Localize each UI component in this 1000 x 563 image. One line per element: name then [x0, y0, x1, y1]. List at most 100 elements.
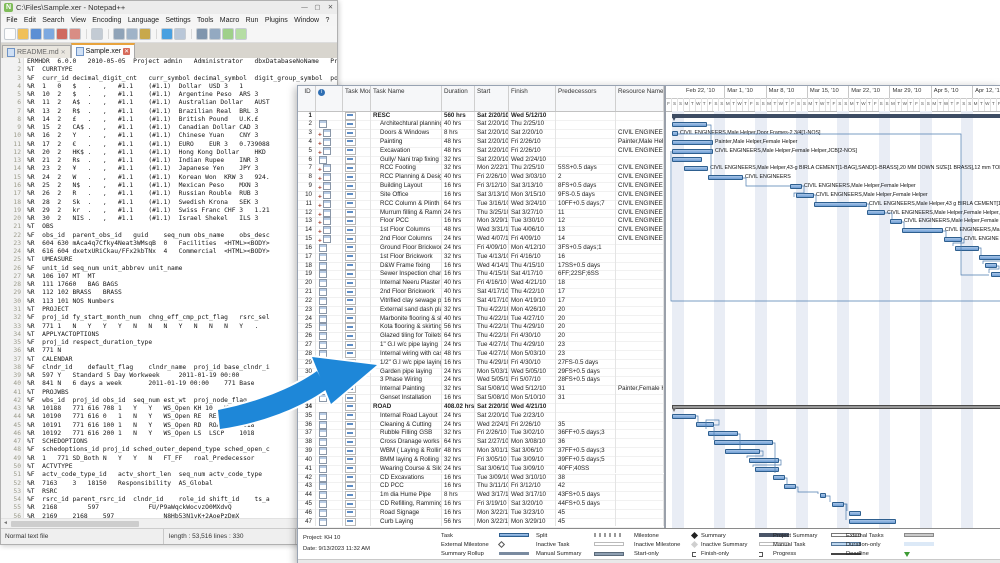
cell[interactable]: Sat 2/20/10 — [475, 120, 509, 130]
task-name-cell[interactable]: Doors & Windows — [371, 129, 442, 138]
cell[interactable]: 35 — [298, 411, 316, 421]
menu-settings[interactable]: Settings — [162, 17, 194, 24]
cell[interactable]: 17 — [556, 296, 616, 306]
tab-readme-md[interactable]: README.md ✕ — [2, 45, 71, 58]
task-mode-cell[interactable] — [343, 314, 371, 324]
cell[interactable]: 8FS+0.5 days — [556, 182, 616, 191]
code-area[interactable]: ERMHDR 6.0.0 2010-05-05 Project admin Ad… — [24, 58, 337, 518]
cell[interactable]: Wed 4/14/10 — [475, 261, 509, 271]
code-line[interactable]: %T ACTVTYPE — [27, 463, 337, 471]
code-line[interactable]: %R 24 2 W . , #1.1 (#1.1) Korean Won KRW… — [27, 174, 337, 182]
cell[interactable]: 32 hrs — [442, 155, 475, 165]
cell[interactable] — [616, 447, 664, 456]
task-mode-cell[interactable] — [343, 182, 371, 191]
cell[interactable]: 35 — [556, 420, 616, 430]
task-mode-cell[interactable] — [343, 376, 371, 386]
cell[interactable] — [616, 358, 664, 368]
cell[interactable] — [616, 508, 664, 518]
cell[interactable]: Thu 4/22/10 — [475, 314, 509, 324]
task-mode-cell[interactable] — [343, 429, 371, 439]
code-line[interactable]: %T PROJWBS — [27, 389, 337, 397]
cell[interactable]: Fri 3/19/10 — [475, 500, 509, 509]
code-line[interactable]: %R 23 2 ¥ . , #1.1 (#1.1) Japanese Yen J… — [27, 165, 337, 173]
cell[interactable]: Wed 3/10/10 — [509, 473, 556, 483]
task-name-cell[interactable]: 2nd Floor Brickwork — [371, 288, 442, 297]
task-name-cell[interactable]: Murrum filling & Ramm — [371, 208, 442, 218]
task-mode-cell[interactable] — [343, 402, 371, 412]
cell[interactable]: Fri 4/30/10 — [509, 358, 556, 368]
cell[interactable]: 42 — [298, 473, 316, 483]
cell[interactable] — [616, 349, 664, 359]
task-name-cell[interactable]: Road Signage — [371, 508, 442, 518]
cell[interactable]: 64 hrs — [442, 332, 475, 342]
cell[interactable]: CIVIL ENGINEERS,M — [616, 199, 664, 209]
summary-bar[interactable] — [672, 404, 1000, 410]
task-mode-cell[interactable] — [343, 500, 371, 509]
cell[interactable]: Tue 3/23/10 — [509, 508, 556, 518]
task-bar[interactable] — [684, 166, 708, 172]
task-bar[interactable] — [708, 175, 743, 181]
code-line[interactable]: %R 28 2 Sk . , #1.1 (#1.1) Swedish Krona… — [27, 199, 337, 207]
cell[interactable]: 16 hrs — [442, 296, 475, 306]
cell[interactable]: 48 hrs — [442, 146, 475, 156]
code-line[interactable]: %T RSRC — [27, 488, 337, 496]
cell[interactable]: Sat 3/20/10 — [509, 500, 556, 509]
code-line[interactable]: %R 7163 3 18150 Responsibility AS_Global — [27, 480, 337, 488]
task-mode-cell[interactable] — [343, 332, 371, 342]
cell[interactable]: Mon 3/15/10 — [509, 190, 556, 200]
code-line[interactable]: %R 604 630 mAca4q7Cfky4Neat3WMsqB 0 Faci… — [27, 240, 337, 248]
cell[interactable]: 48 hrs — [442, 226, 475, 236]
cell[interactable]: Thu 4/22/10 — [475, 332, 509, 342]
task-name-cell[interactable]: Kota flooring & skirting — [371, 323, 442, 333]
cell[interactable]: 6FF;22SF;6SS — [556, 270, 616, 280]
cell[interactable]: Thu 2/25/10 — [509, 120, 556, 130]
cell[interactable]: 25 — [298, 323, 316, 333]
code-line[interactable]: %F proj_id fy_start_month_num chng_eff_c… — [27, 314, 337, 322]
open-folder-icon[interactable] — [17, 28, 29, 40]
task-name-cell[interactable]: WBM ( Laying & Rolling ) — [371, 447, 442, 456]
cell[interactable] — [556, 137, 616, 147]
cell[interactable]: 26 — [298, 332, 316, 342]
cell[interactable]: 64 hrs — [442, 199, 475, 209]
code-line[interactable]: %R 771 N — [27, 347, 337, 355]
code-line[interactable]: %R 17 2 € . , #1.1 (#1.1) EURO EUR 3 0.7… — [27, 141, 337, 149]
task-name-cell[interactable]: Site Office — [371, 190, 442, 200]
cell[interactable]: 43FS+0.5 days — [556, 491, 616, 500]
cell[interactable] — [616, 261, 664, 271]
task-bar[interactable] — [755, 466, 779, 472]
menu-search[interactable]: Search — [39, 17, 68, 24]
cell[interactable]: 48 hrs — [442, 137, 475, 147]
task-bar[interactable] — [820, 492, 826, 498]
cell[interactable]: Wed 3/31/10 — [475, 226, 509, 236]
cell[interactable]: 56 hrs — [442, 517, 475, 527]
table-header[interactable]: IDi Task ModeTask NameDurationStartFinish… — [298, 86, 664, 112]
project-bottom-strip[interactable] — [298, 559, 1000, 563]
cell[interactable]: 18 — [556, 279, 616, 289]
cell[interactable]: Sat 3/13/10 — [475, 190, 509, 200]
cell[interactable]: 40 hrs — [442, 314, 475, 324]
cell[interactable]: 11 — [298, 199, 316, 209]
cell[interactable]: Sat 5/08/10 — [475, 385, 509, 395]
cell[interactable]: CIVIL ENGINEERS,M — [616, 217, 664, 227]
cell[interactable]: 1 — [298, 111, 316, 121]
cell[interactable]: 560 hrs — [442, 111, 475, 121]
cell[interactable]: Tue 4/27/10 — [509, 314, 556, 324]
menu-encoding[interactable]: Encoding — [89, 17, 125, 24]
cell[interactable] — [616, 491, 664, 500]
cell[interactable]: 40 hrs — [442, 173, 475, 183]
task-name-cell[interactable]: Genset Installation — [371, 394, 442, 403]
menu-tools[interactable]: Tools — [194, 17, 217, 24]
code-line[interactable]: %F clndr_id default_flag clndr_name proj… — [27, 364, 337, 372]
task-name-cell[interactable]: Cross Dranage works cle — [371, 438, 442, 447]
cell[interactable]: 40 hrs — [442, 279, 475, 289]
cell[interactable]: 8 hrs — [442, 129, 475, 138]
code-line[interactable]: %R 113 101 NOS Numbers — [27, 298, 337, 306]
zoom-out-icon[interactable] — [235, 28, 247, 40]
cell[interactable]: Thu 4/29/10 — [509, 323, 556, 333]
task-mode-cell[interactable] — [343, 358, 371, 368]
menu-run[interactable]: Run — [242, 17, 261, 24]
column-header-Task Mode[interactable]: Task Mode — [343, 86, 371, 111]
cell[interactable]: 33 — [298, 394, 316, 403]
cell[interactable]: 46 — [298, 508, 316, 518]
cell[interactable]: 39FF+0.5 days;5 — [556, 455, 616, 465]
